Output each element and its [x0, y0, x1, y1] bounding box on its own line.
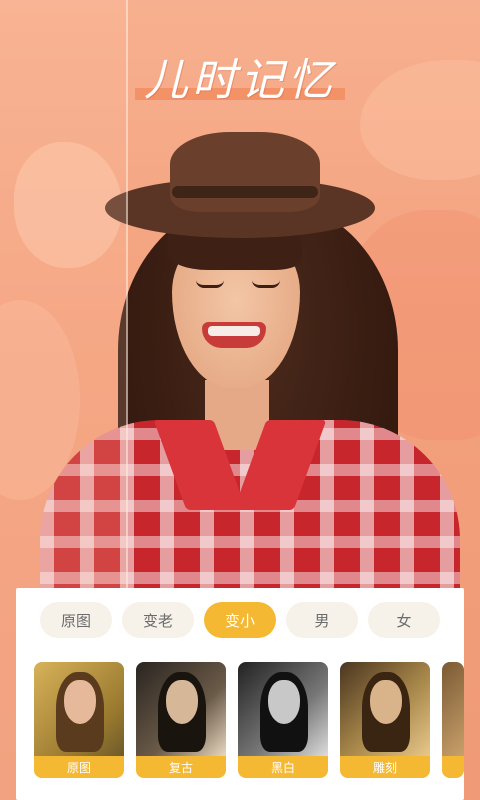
title-block: 儿时记忆 [135, 44, 345, 106]
tab-younger[interactable]: 变小 [204, 602, 276, 638]
thumbnail-face [166, 680, 198, 724]
portrait-eye [196, 280, 224, 288]
filter-label: 原图 [34, 756, 124, 778]
photo-thumbnail-icon [442, 662, 464, 756]
tab-female[interactable]: 女 [368, 602, 440, 638]
portrait-eye [252, 280, 280, 288]
filter-carve[interactable]: 雕刻 [340, 662, 430, 778]
filter-black-white[interactable]: 黑白 [238, 662, 328, 778]
thumbnail-face [268, 680, 300, 724]
filter-label: 黑白 [238, 756, 328, 778]
page-title: 儿时记忆 [144, 55, 336, 106]
filter-label: 雕刻 [340, 756, 430, 778]
portrait-hat-band [172, 186, 318, 198]
photo-thumbnail-icon [340, 662, 430, 756]
portrait-hat-crown [170, 132, 320, 212]
thumbnail-face [370, 680, 402, 724]
thumbnail-face [64, 680, 96, 724]
filter-original[interactable]: 原图 [34, 662, 124, 778]
filter-thumbnails: 原图 复古 黑白 雕刻 [32, 662, 464, 778]
tab-male[interactable]: 男 [286, 602, 358, 638]
effect-tabs: 原图 变老 变小 男 女 [40, 602, 440, 640]
tab-older[interactable]: 变老 [122, 602, 194, 638]
photo-thumbnail-icon [34, 662, 124, 756]
photo-thumbnail-icon [238, 662, 328, 756]
filter-next-partial[interactable] [442, 662, 464, 778]
filter-label: 复古 [136, 756, 226, 778]
filter-retro[interactable]: 复古 [136, 662, 226, 778]
portrait-teeth [208, 326, 260, 336]
photo-thumbnail-icon [136, 662, 226, 756]
effects-panel: 原图 变老 变小 男 女 原图 复古 黑白 雕刻 [16, 588, 464, 800]
app-screen: 儿时记忆 原图 变老 变小 男 女 原图 复古 黑白 雕刻 [0, 0, 480, 800]
compare-slider-handle[interactable] [117, 470, 137, 490]
tab-original[interactable]: 原图 [40, 602, 112, 638]
filter-label [442, 756, 464, 778]
